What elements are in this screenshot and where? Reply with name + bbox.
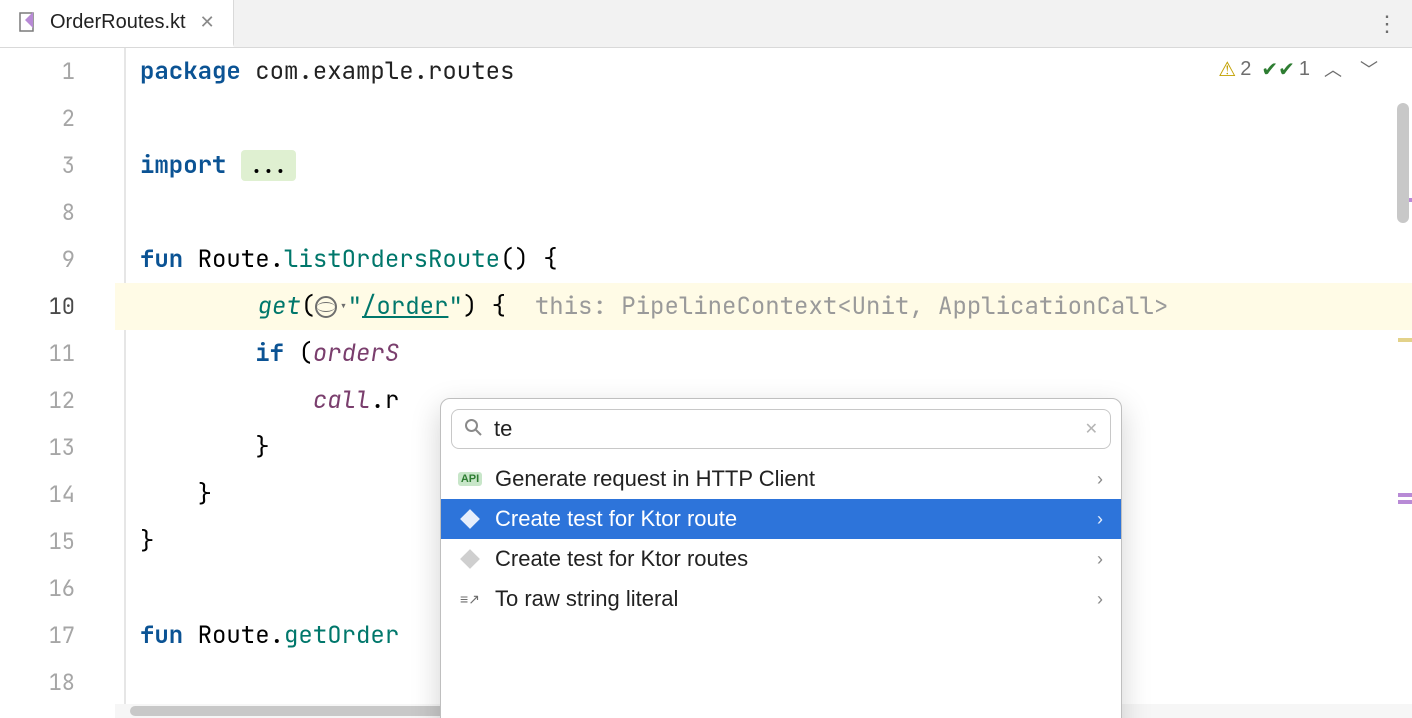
chevron-right-icon: › bbox=[1097, 509, 1103, 530]
line-gutter: 1 2 3 8 9 10 11 12 13 14 15 16 17 18 bbox=[0, 48, 115, 718]
check-icon: ✔✔ bbox=[1261, 57, 1295, 82]
code-line bbox=[115, 95, 1412, 142]
ok-indicator[interactable]: ✔✔1 bbox=[1261, 57, 1310, 82]
intention-menu-item[interactable]: API Generate request in HTTP Client › bbox=[441, 459, 1121, 499]
inlay-hint: this: PipelineContext<Unit, ApplicationC… bbox=[520, 291, 1168, 322]
line-number: 15 bbox=[0, 518, 115, 565]
line-number: 14 bbox=[0, 471, 115, 518]
intention-actions-popup: ✕ APIGenerate request in HTTP Client›Cre… bbox=[440, 398, 1122, 718]
line-number: 11 bbox=[0, 330, 115, 377]
chevron-right-icon: › bbox=[1097, 469, 1103, 490]
warning-triangle-icon: ⚠ bbox=[1218, 57, 1236, 82]
search-icon bbox=[464, 418, 482, 441]
api-icon: API bbox=[459, 468, 481, 490]
prev-highlight-icon[interactable]: ︿ bbox=[1320, 56, 1346, 82]
intention-menu-item[interactable]: Create test for Ktor routes › bbox=[441, 539, 1121, 579]
globe-icon[interactable] bbox=[315, 296, 337, 318]
kotlin-file-icon bbox=[18, 11, 40, 33]
intention-menu-label: Generate request in HTTP Client bbox=[495, 466, 815, 492]
line-number: 2 bbox=[0, 95, 115, 142]
code-editor[interactable]: 1 2 3 8 9 10 11 12 13 14 15 16 17 18 pac… bbox=[0, 48, 1412, 718]
chevron-right-icon: › bbox=[1097, 589, 1103, 610]
line-number: 12 bbox=[0, 377, 115, 424]
tab-options-icon[interactable]: ⋮ bbox=[1364, 0, 1412, 47]
route-icon bbox=[459, 508, 481, 530]
line-number: 9 bbox=[0, 236, 115, 283]
intention-search-input[interactable] bbox=[494, 416, 1073, 442]
line-number: 3 bbox=[0, 142, 115, 189]
intention-menu-label: To raw string literal bbox=[495, 586, 678, 612]
line-number: 16 bbox=[0, 565, 115, 612]
line-number: 17 bbox=[0, 612, 115, 659]
tab-filename: OrderRoutes.kt bbox=[50, 11, 186, 34]
chevron-down-icon[interactable]: ▾ bbox=[339, 298, 347, 316]
code-line bbox=[115, 189, 1412, 236]
code-line: fun Route.listOrdersRoute() { bbox=[115, 236, 1412, 283]
scrollbar-marker[interactable] bbox=[1398, 338, 1412, 342]
intention-menu-label: Create test for Ktor routes bbox=[495, 546, 748, 572]
line-number: 1 bbox=[0, 48, 115, 95]
intention-bulb-icon[interactable] bbox=[155, 296, 177, 318]
code-line: if (orderS bbox=[115, 330, 1412, 377]
vertical-scrollbar-thumb[interactable] bbox=[1397, 103, 1409, 223]
code-line-current: get(▾"/order") { this: PipelineContext<U… bbox=[115, 283, 1412, 330]
line-number: 8 bbox=[0, 189, 115, 236]
raw-string-icon: ≡↗ bbox=[459, 588, 481, 610]
route-icon bbox=[459, 548, 481, 570]
inspections-widget[interactable]: ⚠2 ✔✔1 ︿ ﹀ bbox=[1218, 56, 1382, 82]
scrollbar-marker[interactable] bbox=[1398, 493, 1412, 497]
clear-search-icon[interactable]: ✕ bbox=[1085, 419, 1098, 439]
line-number: 10 bbox=[0, 283, 115, 330]
warning-indicator[interactable]: ⚠2 bbox=[1218, 57, 1251, 82]
line-number: 13 bbox=[0, 424, 115, 471]
intention-search-box: ✕ bbox=[451, 409, 1111, 449]
close-icon[interactable]: ✕ bbox=[200, 12, 215, 33]
intention-menu-label: Create test for Ktor route bbox=[495, 506, 737, 532]
next-highlight-icon[interactable]: ﹀ bbox=[1356, 56, 1382, 82]
intention-menu-item[interactable]: Create test for Ktor route › bbox=[441, 499, 1121, 539]
chevron-right-icon: › bbox=[1097, 549, 1103, 570]
line-number: 18 bbox=[0, 659, 115, 706]
tab-bar: OrderRoutes.kt ✕ ⋮ bbox=[0, 0, 1412, 48]
scrollbar-marker[interactable] bbox=[1398, 500, 1412, 504]
intention-menu-item[interactable]: ≡↗ To raw string literal › bbox=[441, 579, 1121, 619]
folded-imports[interactable]: ... bbox=[241, 150, 296, 181]
intention-menu: APIGenerate request in HTTP Client›Creat… bbox=[441, 459, 1121, 718]
editor-tab[interactable]: OrderRoutes.kt ✕ bbox=[0, 0, 234, 47]
code-line: import ... bbox=[115, 142, 1412, 189]
